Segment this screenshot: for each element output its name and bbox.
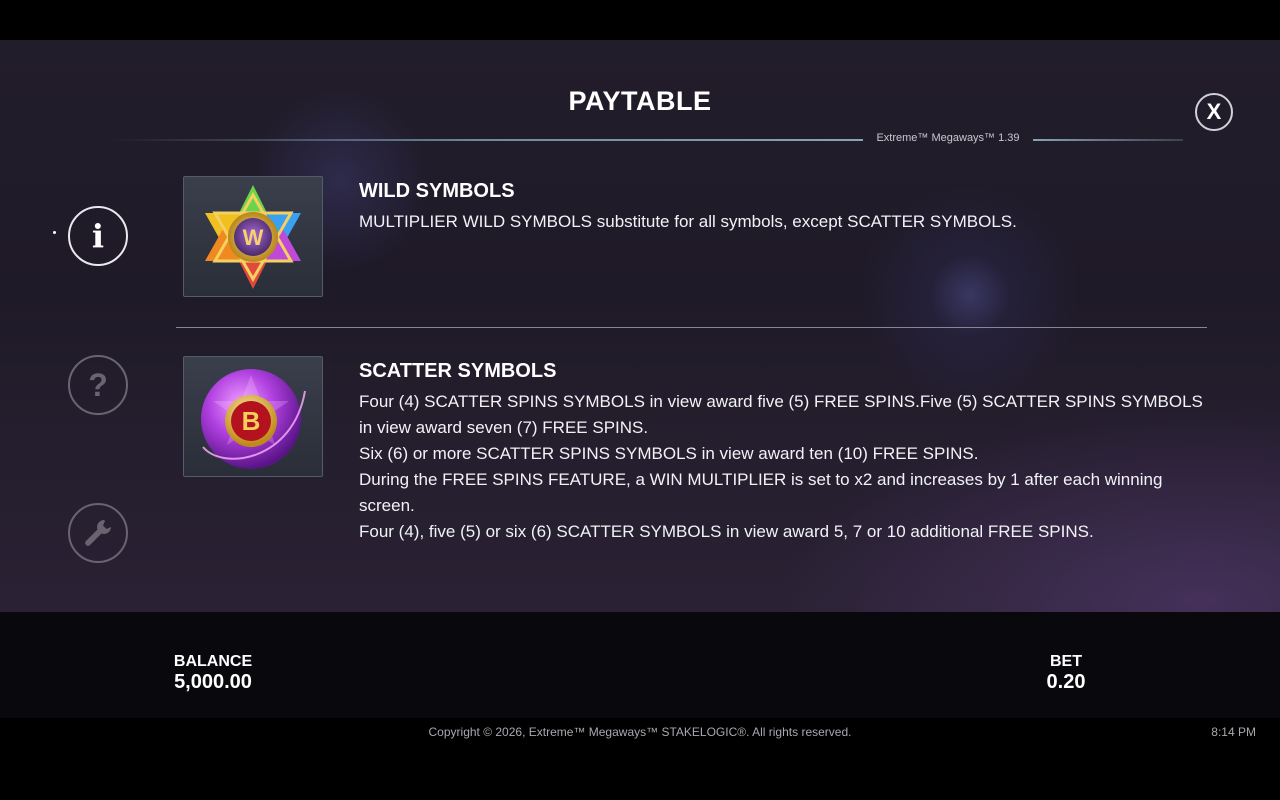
top-bar <box>0 0 1280 40</box>
version-label: Extreme™ Megaways™ 1.39 <box>876 132 1020 144</box>
wrench-icon <box>85 520 111 546</box>
footer: Copyright © 2026, Extreme™ Megaways™ STA… <box>0 718 1280 800</box>
wild-description: MULTIPLIER WILD SYMBOLS substitute for a… <box>359 212 1017 231</box>
scatter-symbol-image: B <box>183 356 323 477</box>
copyright-text: Copyright © 2026, Extreme™ Megaways™ STA… <box>428 725 852 739</box>
help-icon: ? <box>88 366 108 403</box>
close-icon: X <box>1206 99 1222 124</box>
wild-section-title: WILD SYMBOLS <box>359 180 515 202</box>
info-icon: i <box>91 217 105 255</box>
info-button[interactable]: i <box>68 206 128 266</box>
balance-label: BALANCE <box>173 653 253 670</box>
title-divider-left <box>110 139 863 141</box>
wild-star-icon: W <box>205 184 301 289</box>
page-title: PAYTABLE <box>568 86 712 116</box>
active-indicator-dot <box>53 231 56 234</box>
paytable-panel: PAYTABLE Extreme™ Megaways™ 1.39 X i ? W… <box>0 40 1280 612</box>
scatter-gem-icon: B <box>201 368 306 469</box>
bet-value: 0.20 <box>1046 671 1086 693</box>
bottom-bar: BALANCE 5,000.00 BET 0.20 <box>0 612 1280 718</box>
wild-symbol-image: W <box>183 176 323 297</box>
scatter-rule-line: Six (6) or more SCATTER SPINS SYMBOLS in… <box>359 444 979 463</box>
bet-label: BET <box>1050 653 1082 670</box>
svg-text:B: B <box>242 406 261 436</box>
settings-button[interactable] <box>68 503 128 563</box>
scatter-rule-line: Four (4) SCATTER SPINS SYMBOLS in view a… <box>359 392 1203 437</box>
help-button[interactable]: ? <box>68 355 128 415</box>
scatter-rule-line: During the FREE SPINS FEATURE, a WIN MUL… <box>359 470 1163 515</box>
scatter-rule-line: Four (4), five (5) or six (6) SCATTER SY… <box>359 522 1094 541</box>
svg-text:W: W <box>243 225 264 250</box>
scatter-section-title: SCATTER SYMBOLS <box>359 360 557 382</box>
section-divider <box>176 327 1207 328</box>
title-divider-right <box>1033 139 1183 141</box>
clock: 8:14 PM <box>1211 725 1256 739</box>
scatter-section-text: Four (4) SCATTER SPINS SYMBOLS in view a… <box>359 389 1209 545</box>
close-button[interactable]: X <box>1195 93 1233 131</box>
wild-section-text: MULTIPLIER WILD SYMBOLS substitute for a… <box>359 209 1209 235</box>
balance-value: 5,000.00 <box>174 671 252 693</box>
